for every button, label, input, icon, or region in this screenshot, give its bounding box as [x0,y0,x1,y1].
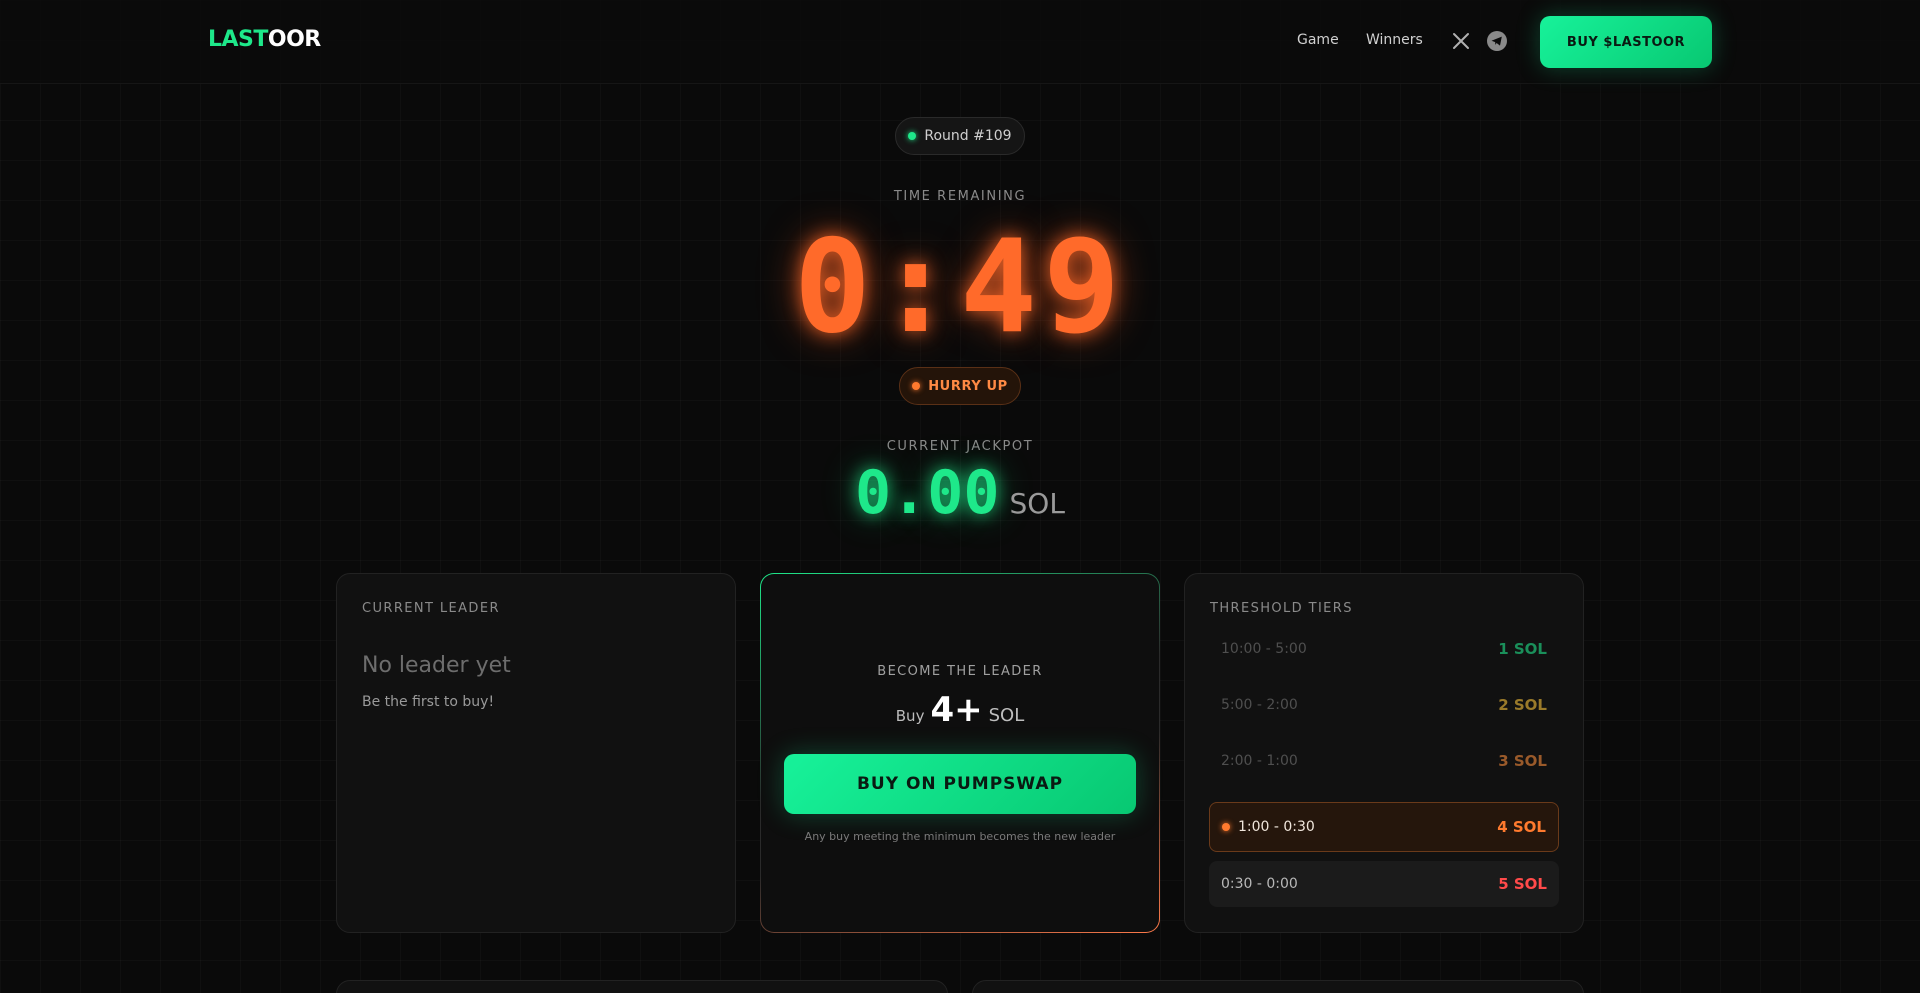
time-remaining-caption: TIME REMAINING [893,189,1027,204]
jackpot-caption: CURRENT JACKPOT [886,439,1034,454]
tier-range-wrap: 1:00 - 0:30 [1222,819,1315,835]
bottom-card-right [972,980,1584,993]
threshold-tiers-title: THRESHOLD TIERS [1210,601,1353,616]
telegram-icon[interactable] [1487,31,1507,51]
jackpot-unit: SOL [1009,487,1065,520]
jackpot-amount: 0.00 [855,458,1000,528]
tier-amount: 3 SOL [1498,752,1547,770]
tier-amount: 4 SOL [1497,818,1546,836]
minimum-amount: 4+ [930,690,983,730]
current-leader-title: CURRENT LEADER [362,601,500,616]
active-tier-dot-icon [1222,823,1230,831]
minimum-buy: Buy 4+ SOL [761,690,1159,730]
minimum-unit: SOL [988,705,1025,726]
become-leader-card: BECOME THE LEADER Buy 4+ SOL BUY ON PUMPSW… [760,573,1160,933]
logo[interactable]: LASTOOR [208,27,321,52]
jackpot-display: 0.00 SOL [0,458,1920,528]
become-leader-title: BECOME THE LEADER [877,664,1043,679]
tier-range: 2:00 - 1:00 [1221,753,1298,769]
buy-on-pumpswap-button[interactable]: BUY ON PUMPSWAP [784,754,1136,814]
tier-row: 2:00 - 1:00 3 SOL [1209,738,1559,784]
logo-part-2: OOR [267,27,321,52]
tier-row: 10:00 - 5:00 1 SOL [1209,626,1559,672]
buy-token-button[interactable]: BUY $LASTOOR [1540,16,1712,68]
status-dot-icon [912,382,921,390]
leader-hint: Be the first to buy! [362,694,495,710]
status-label: HURRY UP [928,378,1008,394]
x-icon[interactable] [1451,31,1471,51]
round-badge: Round #109 [895,117,1025,155]
tier-amount: 2 SOL [1498,696,1547,714]
tier-row-active: 1:00 - 0:30 4 SOL [1209,802,1559,852]
tier-row: 5:00 - 2:00 2 SOL [1209,682,1559,728]
tier-range: 5:00 - 2:00 [1221,697,1298,713]
bottom-card-left [336,980,948,993]
round-label: Round #109 [924,128,1012,144]
tier-row: 0:30 - 0:00 5 SOL [1209,861,1559,907]
threshold-tiers-card: THRESHOLD TIERS 10:00 - 5:00 1 SOL 5:00 … [1184,573,1584,933]
leader-name: No leader yet [362,653,511,678]
buy-note: Any buy meeting the minimum becomes the … [804,830,1116,843]
tier-amount: 5 SOL [1498,875,1547,893]
nav-link-game[interactable]: Game [1297,32,1339,48]
top-nav-bar: LASTOOR Game Winners BUY $LASTOOR [0,0,1920,84]
buy-prefix: Buy [895,707,925,725]
status-badge: HURRY UP [899,367,1021,405]
tier-range: 0:30 - 0:00 [1221,876,1298,892]
tier-amount: 1 SOL [1498,640,1547,658]
logo-part-1: LAST [208,27,268,52]
live-dot-icon [908,132,917,140]
tier-range: 1:00 - 0:30 [1238,819,1315,835]
tier-range: 10:00 - 5:00 [1221,641,1307,657]
current-leader-card: CURRENT LEADER No leader yet Be the firs… [336,573,736,933]
nav-link-winners[interactable]: Winners [1366,32,1423,48]
countdown-timer: 0:49 [793,213,1127,362]
